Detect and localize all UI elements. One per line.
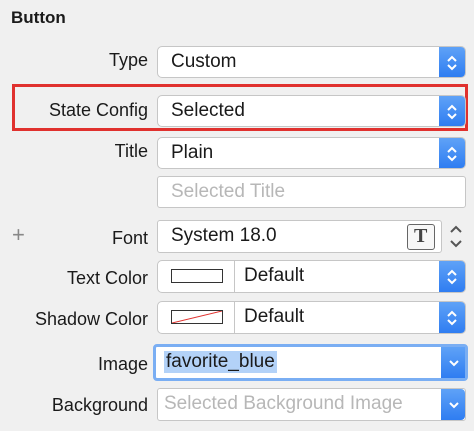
state-config-popup[interactable]: Selected [157, 95, 466, 127]
shadow-color-value: Default [244, 306, 305, 327]
font-label: Font [111, 228, 148, 248]
text-color-swatch [171, 269, 223, 283]
section-title: Button [11, 8, 66, 27]
font-field[interactable]: System 18.0 T [157, 220, 442, 253]
shadow-color-swatch [171, 310, 223, 324]
image-combo-box[interactable]: favorite_blue [153, 344, 468, 381]
background-combo-box[interactable]: Selected Background Image [157, 388, 466, 421]
text-color-popup[interactable]: Default [157, 260, 466, 293]
up-down-arrows-icon [439, 96, 465, 126]
title-label: Title [114, 141, 148, 161]
title-type-popup[interactable]: Plain [157, 137, 466, 169]
image-value: favorite_blue [164, 351, 277, 373]
title-text-field[interactable]: Selected Title [157, 176, 466, 208]
chevron-down-icon[interactable] [441, 389, 465, 420]
title-type-value: Plain [171, 142, 214, 163]
up-down-arrows-icon [439, 138, 465, 168]
up-down-arrows-icon [439, 261, 465, 292]
chevron-down-icon[interactable] [441, 347, 465, 378]
font-value: System 18.0 [171, 225, 277, 246]
font-size-stepper[interactable] [446, 220, 466, 253]
font-picker-icon[interactable]: T [407, 224, 435, 250]
divider [234, 302, 235, 333]
text-color-label: Text Color [66, 268, 148, 288]
text-color-value: Default [244, 265, 305, 286]
state-config-value: Selected [171, 100, 245, 121]
image-label: Image [97, 354, 148, 374]
shadow-color-popup[interactable]: Default [157, 301, 466, 334]
state-config-label: State Config [48, 100, 148, 120]
divider [234, 261, 235, 292]
type-label: Type [108, 50, 148, 70]
background-placeholder: Selected Background Image [164, 393, 403, 414]
title-placeholder: Selected Title [171, 181, 286, 202]
up-down-arrows-icon [439, 302, 465, 333]
type-value: Custom [171, 51, 237, 72]
up-down-arrows-icon [439, 47, 465, 77]
background-label: Background [51, 395, 148, 415]
type-popup[interactable]: Custom [157, 46, 466, 78]
shadow-color-label: Shadow Color [34, 309, 148, 329]
